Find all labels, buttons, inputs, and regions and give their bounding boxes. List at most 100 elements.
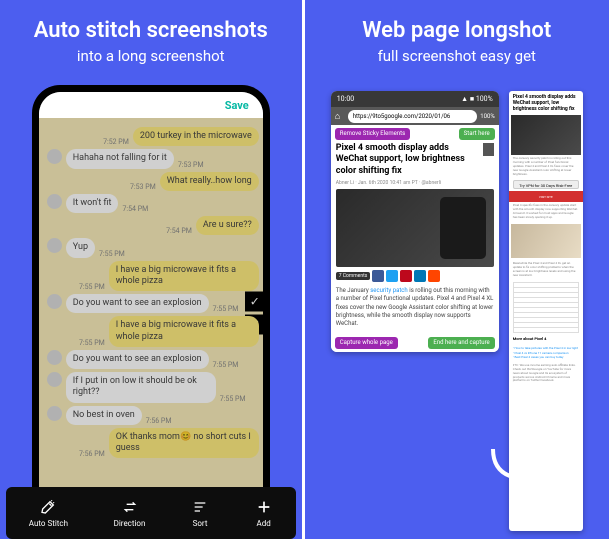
bubble: Hahaha not falling for it (66, 149, 174, 168)
timestamp: 7:54 PM (166, 227, 192, 235)
toolbar-label: Add (257, 519, 271, 528)
chat-area: ✓ ✕ 7:52 PM200 turkey in the microwaveHa… (39, 118, 263, 508)
bubble: 200 turkey in the microwave (133, 127, 259, 146)
save-button[interactable]: Save (225, 99, 249, 112)
sort-icon (191, 498, 209, 516)
article: Pixel 4 smooth display adds WeChat suppo… (331, 143, 499, 334)
chat-message: Yup7:55 PM (43, 238, 259, 257)
chat-message: Do you want to see an explosion7:55 PM (43, 350, 259, 369)
ls-more-heading: More about Pixel 4 (509, 334, 583, 345)
timestamp: 7:52 PM (103, 138, 129, 146)
screen-topbar: Save (39, 92, 263, 118)
bubble: What really..how long (160, 172, 259, 191)
arrow-indicator (487, 445, 543, 495)
chat-message: No best in oven 7:56 PM (43, 406, 259, 425)
panel-auto-stitch: Auto stitch screenshots into a long scre… (0, 0, 305, 539)
avatar (47, 149, 62, 164)
comments-badge[interactable]: 7 Comments (336, 272, 371, 280)
bubble: OK thanks mom😊 no short cuts I guess (109, 428, 259, 459)
plus-icon (255, 498, 273, 516)
avatar (47, 350, 62, 365)
ls-text-2: Pixel 4 specific fixes in the January up… (509, 202, 583, 222)
avatar (47, 372, 62, 387)
toolbar-sort[interactable]: Sort (191, 498, 209, 528)
timestamp: 7:55 PM (79, 283, 105, 291)
bubble: I have a big microwave it fits a whole p… (109, 261, 259, 292)
end-capture-button[interactable]: End here and capture (428, 337, 494, 349)
toolbar-direction[interactable]: Direction (114, 498, 146, 528)
avatar (47, 294, 62, 309)
toolbar-label: Sort (193, 519, 208, 528)
chat-message: 7:52 PM 200 turkey in the microwave (43, 127, 259, 146)
bubble: If I put in on low it should be ok right… (66, 372, 216, 403)
chat-message: 7:55 PM I have a big microwave it fits a … (43, 261, 259, 292)
article-hero-image (336, 189, 494, 267)
toolbar-add[interactable]: Add (255, 498, 273, 528)
right-stage: 10:00 ▲ ■ 100% ⌂ 100% Remove Sticky Elem… (331, 91, 583, 531)
phone-frame: Save ✓ ✕ 7:52 PM200 turkey in the microw… (32, 85, 270, 515)
remove-sticky-button[interactable]: Remove Sticky Elements (335, 128, 410, 140)
home-icon[interactable]: ⌂ (335, 111, 345, 121)
subhead-right: full screenshot easy get (378, 47, 536, 65)
timestamp: 7:54 PM (122, 205, 148, 213)
headline-right: Web page longshot (362, 18, 551, 43)
capture-whole-button[interactable]: Capture whole page (335, 337, 398, 349)
headline-left: Auto stitch screenshots (34, 18, 268, 43)
ls-image-2 (511, 224, 581, 258)
bubble: I have a big microwave it fits a whole p… (109, 316, 259, 347)
ls-title: Pixel 4 smooth display adds WeChat suppo… (509, 91, 583, 115)
twitter-icon[interactable] (386, 270, 398, 282)
timestamp: 7:56 PM (79, 450, 105, 458)
timestamp: 7:56 PM (146, 417, 172, 425)
browser-mock: 10:00 ▲ ■ 100% ⌂ 100% Remove Sticky Elem… (331, 91, 499, 352)
linkedin-icon[interactable] (414, 270, 426, 282)
start-here-button[interactable]: Start here (459, 128, 495, 140)
toolbar-label: Auto Stitch (29, 519, 68, 528)
chat-message: 7:53 PM What really..how long (43, 172, 259, 191)
reddit-icon[interactable] (428, 270, 440, 282)
subhead-left: into a long screenshot (77, 47, 225, 65)
timestamp: 7:55 PM (79, 339, 105, 347)
chat-message: Do you want to see an explosion7:55 PM (43, 294, 259, 313)
ls-visit-button[interactable]: VISIT SITE (509, 191, 583, 202)
bubble: No best in oven (66, 406, 142, 425)
ls-ad-vpn: Try VPN for 30 Days Risk-Free (513, 180, 579, 189)
toolbar-auto-stitch[interactable]: Auto Stitch (29, 498, 68, 528)
ls-text-1: The January security patch is rolling ou… (509, 155, 583, 178)
capture-controls-bottom: Capture whole page End here and capture (331, 334, 499, 352)
ls-text-4: FTC: We use income earning auto affiliat… (509, 362, 583, 385)
ls-hero-image (511, 115, 581, 155)
article-link[interactable]: security patch (370, 287, 408, 294)
ls-text-3: Meanwhile the Pixel 4 and Pixel 4 XL get… (509, 260, 583, 280)
browser-statusbar: 10:00 ▲ ■ 100% (331, 91, 499, 107)
article-body: The January security patch is rolling ou… (336, 287, 494, 329)
wand-icon (39, 498, 57, 516)
article-byline: Abner Li · Jan. 6th 2020 10:41 am PT · @… (336, 180, 494, 186)
timestamp: 7:55 PM (99, 250, 125, 258)
chat-message: It won't fit7:54 PM (43, 194, 259, 213)
toolbar-label: Direction (114, 519, 146, 528)
panel-longshot: Web page longshot full screenshot easy g… (305, 0, 609, 539)
avatar (47, 194, 62, 209)
bottom-toolbar: Auto Stitch Direction Sort Add (6, 487, 296, 539)
status-battery: ▲ ■ 100% (461, 95, 493, 103)
avatar (47, 406, 62, 421)
timestamp: 7:53 PM (130, 183, 156, 191)
chat-message: If I put in on low it should be ok right… (43, 372, 259, 403)
pinterest-icon[interactable] (400, 270, 412, 282)
url-input[interactable] (348, 110, 477, 123)
timestamp: 7:55 PM (220, 395, 246, 403)
bubble: Do you want to see an explosion (66, 294, 209, 313)
comments-row: 7 Comments (336, 270, 494, 282)
phone-screen: Save ✓ ✕ 7:52 PM200 turkey in the microw… (39, 92, 263, 508)
ls-footer-links: • How to take pictures with the Pixel 4 … (509, 344, 583, 362)
timestamp: 7:53 PM (178, 161, 204, 169)
timestamp: 7:55 PM (213, 361, 239, 369)
chat-message: 7:54 PMAre u sure?? (43, 216, 259, 235)
swap-icon (121, 498, 139, 516)
chat-message: 7:56 PM OK thanks mom😊 no short cuts I gu… (43, 428, 259, 459)
article-title: Pixel 4 smooth display adds WeChat suppo… (336, 143, 494, 177)
facebook-icon[interactable] (372, 270, 384, 282)
chat-message: 7:55 PM I have a big microwave it fits a … (43, 316, 259, 347)
ls-table (513, 282, 579, 332)
